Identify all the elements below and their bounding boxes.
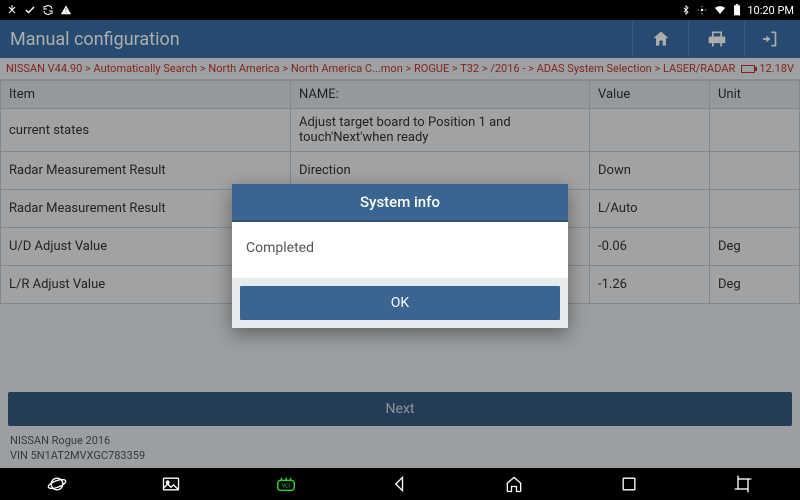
check-icon bbox=[24, 4, 36, 16]
vci-icon: VCI bbox=[275, 474, 297, 494]
psi-icon bbox=[6, 4, 18, 16]
planet-icon bbox=[47, 474, 67, 494]
ok-button[interactable]: OK bbox=[240, 286, 560, 320]
location-icon bbox=[697, 4, 707, 16]
image-icon bbox=[161, 474, 181, 494]
warning-icon bbox=[60, 4, 72, 16]
nav-home-button[interactable] bbox=[490, 468, 538, 500]
nav-recent-button[interactable] bbox=[605, 468, 653, 500]
system-info-dialog: System info Completed OK bbox=[232, 184, 568, 328]
wifi-icon bbox=[713, 4, 727, 16]
sync-icon bbox=[42, 4, 54, 16]
nav-vci-button[interactable]: VCI bbox=[262, 468, 310, 500]
recent-icon bbox=[619, 474, 639, 494]
android-nav-bar: VCI bbox=[0, 468, 800, 500]
back-icon bbox=[390, 474, 410, 494]
dialog-message: Completed bbox=[232, 222, 568, 278]
battery-icon bbox=[733, 4, 741, 16]
status-left bbox=[6, 4, 72, 16]
nav-back-button[interactable] bbox=[376, 468, 424, 500]
dialog-title: System info bbox=[232, 184, 568, 222]
ok-label: OK bbox=[391, 295, 409, 311]
status-time: 10:20 PM bbox=[747, 4, 794, 17]
android-status-bar: 10:20 PM bbox=[0, 0, 800, 20]
status-right: 10:20 PM bbox=[681, 4, 794, 17]
bluetooth-icon bbox=[681, 4, 691, 16]
app-window: Manual configuration NISSAN V44.90 > Aut… bbox=[0, 20, 800, 468]
nav-gallery-button[interactable] bbox=[147, 468, 195, 500]
nav-screenshot-button[interactable] bbox=[719, 468, 767, 500]
dialog-actions: OK bbox=[232, 278, 568, 328]
nav-browser-button[interactable] bbox=[33, 468, 81, 500]
crop-icon bbox=[733, 474, 753, 494]
svg-text:VCI: VCI bbox=[281, 484, 290, 490]
home-outline-icon bbox=[504, 474, 524, 494]
